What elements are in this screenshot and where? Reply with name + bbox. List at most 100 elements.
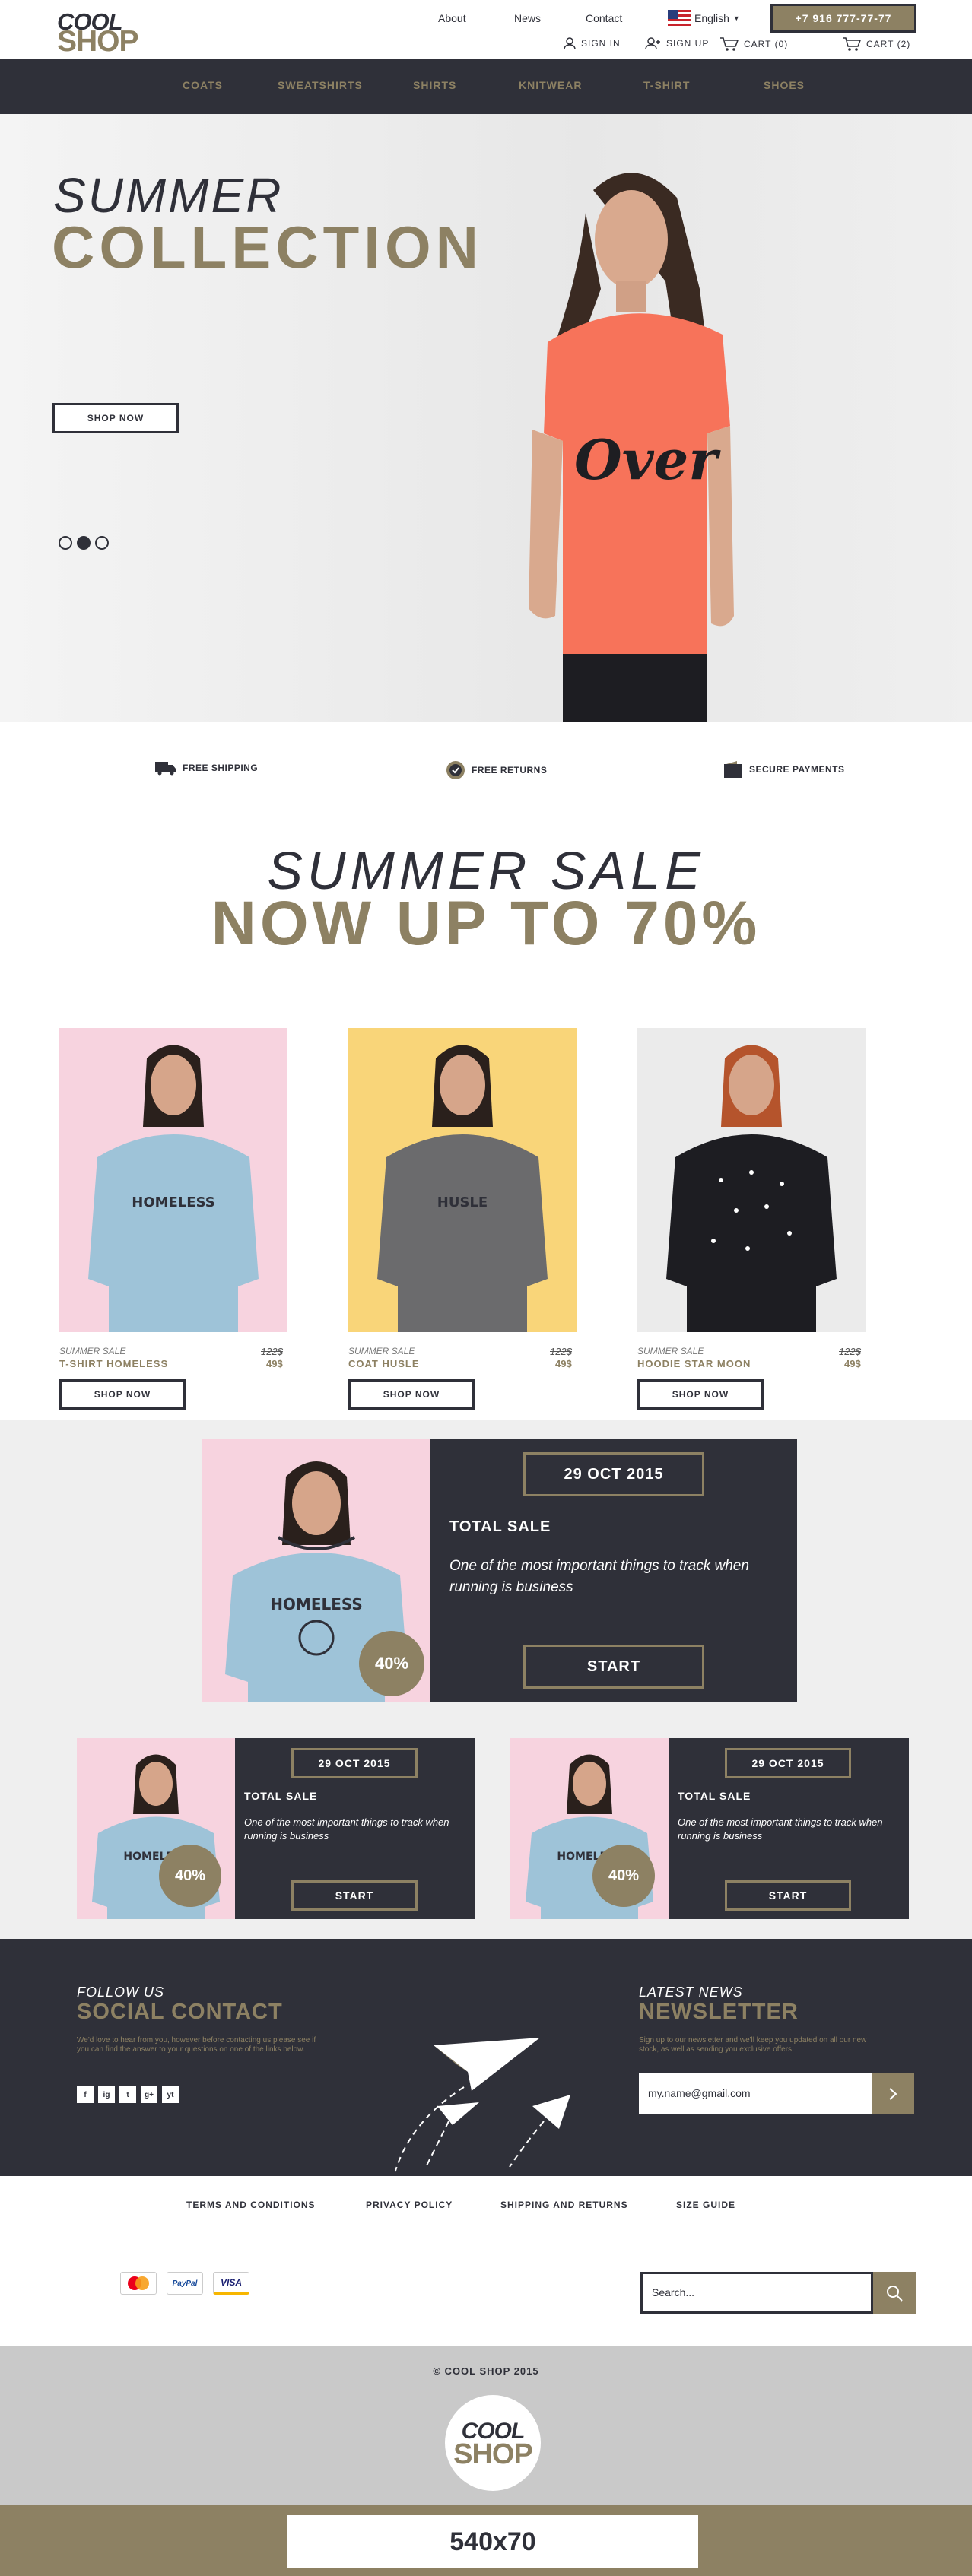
visa-icon: VISA: [213, 2272, 249, 2295]
chevron-right-icon: [889, 2088, 897, 2100]
product-print: HOMELESS: [132, 1194, 214, 1210]
product-label: SUMMER SALE: [59, 1346, 126, 1356]
svg-text:HOMELESS: HOMELESS: [270, 1595, 363, 1613]
newsletter-email-input[interactable]: my.name@gmail.com: [639, 2073, 872, 2114]
caret-down-icon: ▼: [732, 14, 740, 22]
newsletter-text: Sign up to our newsletter and we'll keep…: [639, 2036, 867, 2054]
feature-label: FREE SHIPPING: [183, 763, 259, 773]
logo[interactable]: COOL SHOP: [57, 10, 139, 58]
promo-small-discount-badge: 40%: [159, 1845, 221, 1907]
product-shop-now-button[interactable]: SHOP NOW: [59, 1379, 186, 1410]
promo-small-title: TOTAL SALE: [678, 1790, 751, 1802]
footer-logo[interactable]: COOL SHOP: [445, 2395, 541, 2491]
social-contact-heading: SOCIAL CONTACT: [77, 2000, 283, 2024]
product-label: SUMMER SALE: [637, 1346, 704, 1356]
product-name[interactable]: T-SHIRT HOMELESS: [59, 1358, 168, 1369]
product-price: 49$: [555, 1358, 572, 1369]
promo-small-date: 29 OCT 2015: [291, 1748, 418, 1778]
footer-logo-shop: SHOP: [453, 2438, 533, 2470]
footer-link-size-guide[interactable]: SIZE GUIDE: [676, 2200, 735, 2210]
category-shoes[interactable]: SHOES: [764, 79, 805, 91]
promo-big-date: 29 OCT 2015: [523, 1452, 704, 1496]
user-icon: [564, 37, 576, 50]
footer-search-input[interactable]: Search...: [640, 2272, 873, 2314]
product-price: 49$: [844, 1358, 861, 1369]
social-contact-text: We'd love to hear from you, however befo…: [77, 2036, 316, 2054]
add-user-icon: [645, 37, 660, 50]
cart-count-label: CART (2): [866, 39, 911, 49]
nav-contact[interactable]: Contact: [586, 12, 622, 24]
social-icons: f ig t g+ yt: [77, 2086, 179, 2103]
cart-link-primary[interactable]: CART (0): [719, 36, 788, 52]
sign-up-label: SIGN UP: [666, 38, 710, 49]
product-shop-now-button[interactable]: SHOP NOW: [348, 1379, 475, 1410]
product-name[interactable]: HOODIE STAR MOON: [637, 1358, 751, 1369]
feature-free-returns: FREE RETURNS: [446, 760, 547, 780]
newsletter-heading: NEWSLETTER: [639, 2000, 799, 2024]
facebook-icon[interactable]: f: [77, 2086, 94, 2103]
category-nav: [0, 59, 972, 114]
nav-about[interactable]: About: [438, 12, 466, 24]
check-badge-icon: [446, 761, 465, 779]
sign-in-link[interactable]: SIGN IN: [563, 36, 621, 50]
cart-icon: [843, 37, 862, 51]
product-name[interactable]: COAT HUSLE: [348, 1358, 420, 1369]
product-image[interactable]: HOMELESS: [59, 1028, 287, 1332]
promo-small-title: TOTAL SALE: [244, 1790, 318, 1802]
promo-big-start-button[interactable]: START: [523, 1645, 704, 1689]
product-print: HUSLE: [437, 1194, 488, 1210]
footer-link-privacy[interactable]: PRIVACY POLICY: [366, 2200, 453, 2210]
sign-up-link[interactable]: SIGN UP: [645, 36, 709, 50]
promo-small-discount-badge: 40%: [592, 1845, 655, 1907]
category-knitwear[interactable]: KNITWEAR: [519, 79, 582, 91]
logo-text-shop: SHOP: [57, 25, 139, 58]
language-selector[interactable]: English ▼: [668, 10, 740, 27]
footer-search-button[interactable]: [873, 2272, 916, 2314]
category-coats[interactable]: COATS: [183, 79, 223, 91]
feature-free-shipping: FREE SHIPPING: [155, 760, 258, 776]
category-shirts[interactable]: SHIRTS: [413, 79, 456, 91]
nav-news[interactable]: News: [514, 12, 541, 24]
promo-big-title: TOTAL SALE: [449, 1518, 551, 1535]
promo-big-text: One of the most important things to trac…: [449, 1558, 749, 1595]
instagram-icon[interactable]: ig: [98, 2086, 115, 2103]
cart-count-label: CART (0): [744, 39, 789, 49]
phone-button[interactable]: +7 916 777-77-77: [770, 4, 916, 33]
promo-small-date: 29 OCT 2015: [725, 1748, 851, 1778]
product-image[interactable]: HUSLE: [348, 1028, 577, 1332]
cart-link-secondary[interactable]: CART (2): [842, 36, 910, 52]
shirt-print: Over: [574, 427, 721, 492]
twitter-icon[interactable]: t: [119, 2086, 136, 2103]
promo-small-start-button[interactable]: START: [291, 1880, 418, 1911]
feature-secure-payments: SECURE PAYMENTS: [723, 760, 845, 779]
product-shop-now-button[interactable]: SHOP NOW: [637, 1379, 764, 1410]
copyright-text: © COOL SHOP 2015: [433, 2365, 539, 2377]
promo-small-start-button[interactable]: START: [725, 1880, 851, 1911]
promo-big-discount-badge: 40%: [359, 1631, 424, 1696]
footer-link-shipping[interactable]: SHIPPING AND RETURNS: [500, 2200, 628, 2210]
hero-title-line2: COLLECTION: [52, 214, 483, 281]
product-old-price: 122$: [261, 1346, 283, 1357]
mastercard-icon: [120, 2272, 157, 2295]
newsletter-submit-button[interactable]: [872, 2073, 914, 2114]
footer-link-terms[interactable]: TERMS AND CONDITIONS: [186, 2200, 316, 2210]
product-old-price: 122$: [550, 1346, 572, 1357]
youtube-icon[interactable]: yt: [162, 2086, 179, 2103]
google-plus-icon[interactable]: g+: [141, 2086, 157, 2103]
hero-slider-dots: [59, 536, 109, 550]
ad-banner-placeholder[interactable]: 540x70: [287, 2515, 698, 2568]
paper-planes-icon: [395, 2038, 570, 2172]
category-sweatshirts[interactable]: SWEATSHIRTS: [278, 79, 363, 91]
category-t-shirt[interactable]: T-SHIRT: [643, 79, 690, 91]
product-price: 49$: [266, 1358, 283, 1369]
slider-dot[interactable]: [59, 536, 72, 550]
promo-small-text: One of the most important things to trac…: [678, 1816, 883, 1842]
slider-dot[interactable]: [95, 536, 109, 550]
product-label: SUMMER SALE: [348, 1346, 415, 1356]
product-image[interactable]: [637, 1028, 866, 1332]
us-flag-icon: [668, 10, 691, 27]
hero-shop-now-button[interactable]: SHOP NOW: [52, 403, 179, 433]
slider-dot-active[interactable]: [77, 536, 91, 550]
latest-news-label: LATEST NEWS: [639, 1984, 743, 2000]
language-label: English: [694, 12, 729, 24]
